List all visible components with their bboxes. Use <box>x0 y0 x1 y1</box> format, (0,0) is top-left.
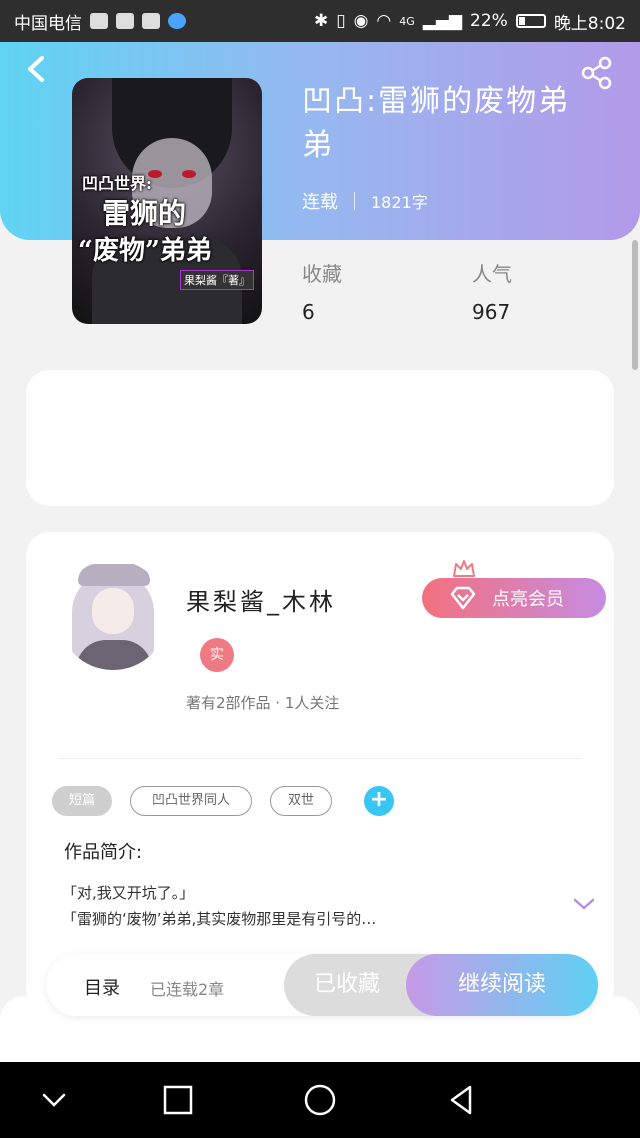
vip-button-label: 点亮会员 <box>492 589 564 610</box>
cover-text-line2: 雷狮的 <box>102 197 187 230</box>
battery-percent: 22% <box>470 11 508 31</box>
author-name[interactable]: 果梨酱_木林 <box>186 582 336 617</box>
cover-eye <box>182 170 196 178</box>
cover-text-line3: “废物”弟弟 <box>78 236 212 266</box>
scrollbar[interactable] <box>632 240 638 370</box>
status-bar: 中国电信 ✱ ▯ ◉ ◠ 4G ▂▄▆ 22% 晚上8:02 <box>0 0 640 42</box>
clock: 晚上8:02 <box>553 13 626 34</box>
meta-divider <box>354 192 355 210</box>
tag-fandom[interactable]: 凹凸世界同人 <box>130 786 252 816</box>
tag-short[interactable]: 短篇 <box>52 786 112 816</box>
favorites-label: 收藏 <box>302 262 342 286</box>
vip-button[interactable]: 点亮会员 <box>422 578 606 618</box>
toc-button[interactable]: 目录 <box>84 974 120 1000</box>
carrier-label: 中国电信 <box>14 13 82 34</box>
serial-status: 连载 <box>302 192 338 213</box>
intro-line: 「雷狮的‘废物’弟弟,其实废物那里是有引号的… <box>62 910 377 928</box>
browser-icon <box>168 13 186 29</box>
wifi-icon: ◠ <box>376 11 392 31</box>
battery-icon <box>515 14 546 28</box>
vibrate-icon: ▯ <box>336 11 346 31</box>
favorites-value: 6 <box>302 300 315 324</box>
toc-status: 已连载2章 <box>150 980 225 999</box>
continue-reading-button[interactable]: 继续阅读 <box>406 954 598 1016</box>
avatar-hat <box>78 564 150 586</box>
circle-icon[interactable] <box>302 1082 338 1118</box>
activity-icon <box>116 13 134 29</box>
weather-icon <box>142 13 160 29</box>
cover-signature: 果梨酱『著』 <box>180 270 254 290</box>
diamond-icon <box>450 586 476 610</box>
add-tag-button[interactable]: + <box>364 786 394 816</box>
book-meta: 连载 1821字 <box>302 188 428 214</box>
intro-label: 作品简介: <box>64 842 143 863</box>
tag-dual-world[interactable]: 双世 <box>270 786 332 816</box>
book-title: 凹凸:雷狮的废物弟弟 <box>302 84 571 163</box>
eye-icon: ◉ <box>353 11 369 31</box>
crown-icon <box>453 560 475 577</box>
word-count: 1821字 <box>371 193 428 212</box>
avatar-face <box>92 588 134 634</box>
chevron-down-icon[interactable] <box>36 1082 72 1118</box>
triangle-back-icon[interactable] <box>444 1082 480 1118</box>
avatar[interactable] <box>58 560 168 670</box>
notification-icon <box>90 13 108 29</box>
author-stats: 著有2部作品 · 1人关注 <box>186 694 340 712</box>
popularity-value: 967 <box>472 300 511 324</box>
back-arrow-icon[interactable] <box>22 54 52 84</box>
square-icon[interactable] <box>160 1082 196 1118</box>
popularity-label: 人气 <box>472 262 512 286</box>
empty-card <box>26 370 614 506</box>
verified-badge: 实 <box>200 638 234 672</box>
cover-text-line1: 凹凸世界: <box>82 174 152 193</box>
intro-line: 「对,我又开坑了。」 <box>62 884 195 902</box>
book-cover[interactable]: 凹凸世界: 雷狮的 “废物”弟弟 果梨酱『著』 <box>72 78 262 324</box>
signal-icon: ▂▄▆ <box>422 11 463 31</box>
section-divider <box>58 758 582 759</box>
bluetooth-icon: ✱ <box>313 11 329 31</box>
chevron-down-icon[interactable] <box>572 896 596 912</box>
network-label: 4G <box>399 14 415 28</box>
